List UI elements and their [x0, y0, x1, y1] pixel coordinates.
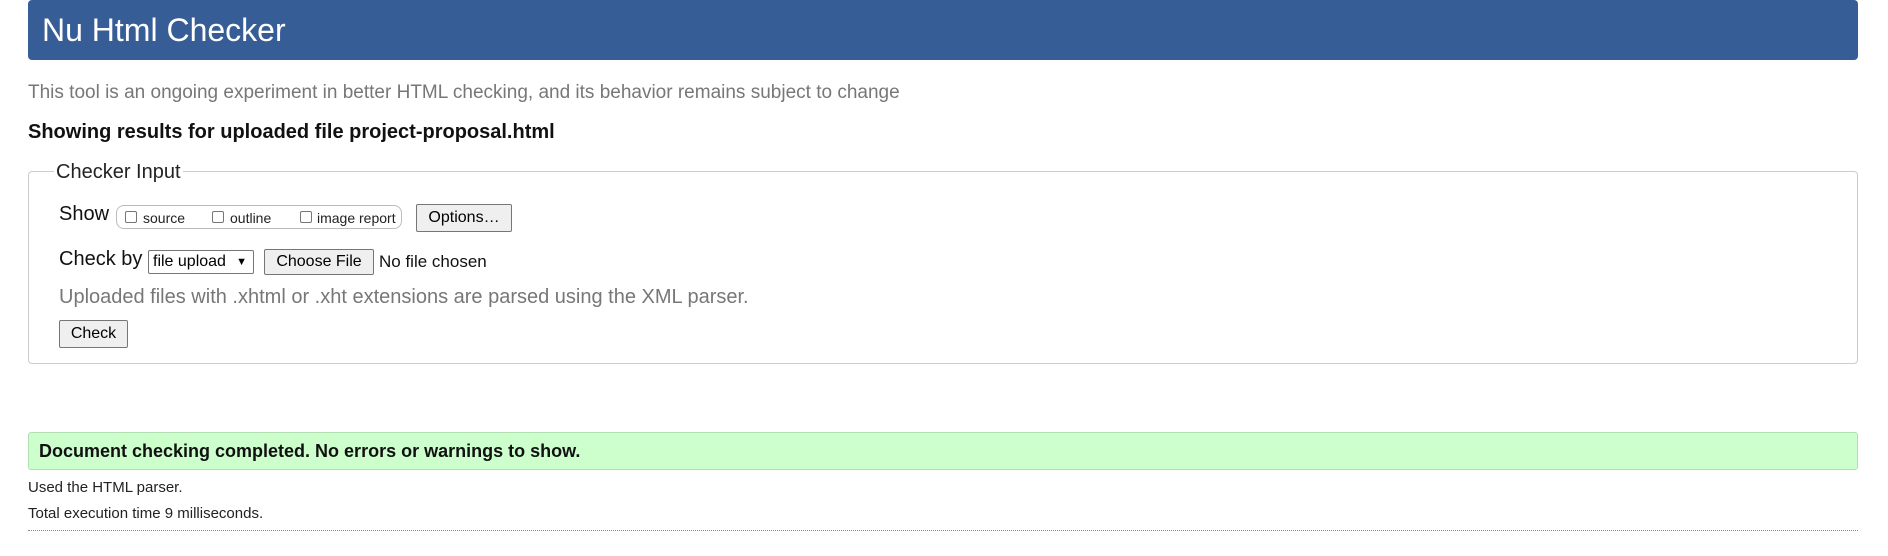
choose-file-button[interactable]: Choose File	[264, 249, 374, 275]
success-message-box: Document checking completed. No errors o…	[28, 432, 1858, 470]
check-by-select[interactable]: file upload ▼	[148, 250, 254, 274]
outline-checkbox[interactable]	[212, 211, 224, 223]
options-button[interactable]: Options…	[416, 204, 512, 232]
outline-checkbox-label: outline	[230, 210, 272, 226]
dropdown-arrow-icon: ▼	[236, 256, 247, 268]
source-checkbox-label: source	[143, 210, 186, 226]
tagline: This tool is an ongoing experiment in be…	[28, 82, 900, 103]
page-title: Nu Html Checker	[42, 12, 286, 48]
divider	[28, 530, 1858, 531]
xml-parser-note: Uploaded files with .xhtml or .xht exten…	[59, 286, 749, 308]
image-report-checkbox-label: image report	[317, 210, 396, 226]
image-report-checkbox[interactable]	[300, 211, 312, 223]
header-banner: Nu Html Checker	[28, 0, 1858, 60]
success-message: Document checking completed. No errors o…	[39, 441, 581, 461]
checker-input-legend: Checker Input	[54, 160, 183, 184]
check-button[interactable]: Check	[59, 320, 128, 348]
execution-time: Total execution time 9 milliseconds.	[28, 505, 264, 522]
show-options-group: source outline image report	[116, 205, 402, 229]
check-by-select-value: file upload	[153, 253, 226, 270]
show-label: Show	[59, 203, 110, 225]
check-by-label: Check by	[59, 248, 143, 270]
parser-info: Used the HTML parser.	[28, 479, 183, 496]
page: Nu Html Checker This tool is an ongoing …	[0, 0, 1888, 556]
results-heading: Showing results for uploaded file projec…	[28, 121, 555, 143]
file-status: No file chosen	[379, 252, 487, 271]
source-checkbox[interactable]	[125, 211, 137, 223]
